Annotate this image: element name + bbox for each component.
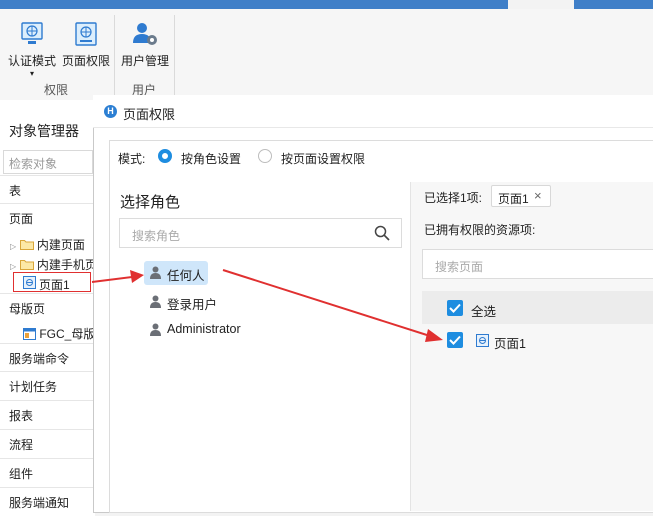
master-page-icon xyxy=(23,328,36,340)
section-reports[interactable]: 报表 xyxy=(0,400,95,429)
section-label: 报表 xyxy=(9,409,34,423)
user-management-button[interactable]: 用户管理 xyxy=(118,19,172,69)
object-manager-title: 对象管理器 xyxy=(9,123,79,139)
mode-radio-by-page[interactable] xyxy=(258,149,272,163)
user-icon xyxy=(150,266,161,279)
section-label: 母版页 xyxy=(9,302,46,316)
section-scheduled-tasks[interactable]: 计划任务 xyxy=(0,371,95,400)
tree-item-builtin-mobile[interactable]: ▷ 内建手机页 xyxy=(10,256,97,273)
section-server-notifications[interactable]: 服务端通知 xyxy=(0,487,95,516)
auth-mode-label: 认证模式 xyxy=(7,54,56,68)
auth-mode-button[interactable]: 认证模式 ▾ xyxy=(6,19,58,79)
page1-checkbox[interactable] xyxy=(447,332,463,348)
section-label: 服务端命令 xyxy=(9,352,70,366)
search-icon xyxy=(374,225,390,241)
tag-close-icon[interactable]: × xyxy=(534,188,542,203)
section-server-commands[interactable]: 服务端命令 xyxy=(0,343,95,372)
section-pages[interactable]: 页面 xyxy=(0,203,95,232)
select-all-label: 全选 xyxy=(471,305,497,319)
page-permission-label: 页面权限 xyxy=(61,54,110,68)
page-icon xyxy=(23,276,36,289)
select-role-heading: 选择角色 xyxy=(120,194,181,211)
group-label-permission: 权限 xyxy=(44,83,69,97)
mode-radio-by-role[interactable] xyxy=(158,149,172,163)
tree-item-master[interactable]: FGC_母版1 xyxy=(23,325,102,342)
page-search-placeholder: 搜索页面 xyxy=(435,260,484,274)
section-tables[interactable]: 表 xyxy=(0,175,95,204)
mode-option-by-page[interactable]: 按页面设置权限 xyxy=(281,150,365,167)
role-item-logged-in[interactable]: 登录用户 xyxy=(167,294,217,313)
tree-label: 内建页面 xyxy=(36,238,85,252)
group-separator xyxy=(174,15,175,95)
ribbon-tab-active[interactable] xyxy=(508,0,574,9)
mode-label: 模式: xyxy=(118,152,146,166)
role-search-input[interactable]: 搜索角色 xyxy=(119,218,402,248)
folder-icon xyxy=(19,260,34,270)
object-search-input[interactable]: 检索对象 xyxy=(3,150,93,174)
folder-icon xyxy=(19,240,34,250)
page-icon xyxy=(476,334,489,347)
user-management-label: 用户管理 xyxy=(120,54,169,68)
user-icon xyxy=(150,323,161,336)
section-label: 流程 xyxy=(9,438,34,452)
dropdown-arrow-icon: ▾ xyxy=(29,69,34,78)
section-label: 表 xyxy=(9,184,22,198)
section-label: 页面 xyxy=(9,212,34,226)
ribbon-tab-strip xyxy=(0,0,653,9)
page-permission-icon xyxy=(71,19,101,49)
panel-divider xyxy=(410,182,411,511)
section-components[interactable]: 组件 xyxy=(0,458,95,487)
section-workflows[interactable]: 流程 xyxy=(0,429,95,458)
select-all-checkbox[interactable] xyxy=(447,300,463,316)
owned-resources-label: 已拥有权限的资源项: xyxy=(424,223,536,237)
ribbon: 认证模式 ▾ 页面权限 权限 用户管理 用户 xyxy=(0,9,653,101)
tree-label: 内建手机页 xyxy=(36,258,97,272)
dialog-title: 页面权限 xyxy=(123,107,176,122)
dialog-titlebar[interactable] xyxy=(93,95,653,128)
mode-option-by-role[interactable]: 按角色设置 xyxy=(181,150,241,167)
page-search-input[interactable]: 搜索页面 xyxy=(422,249,653,279)
selected-role-tag: 页面1 × xyxy=(491,185,551,207)
tree-label: 页面1 xyxy=(39,278,70,292)
auth-mode-icon xyxy=(17,19,47,49)
app-logo-icon: H xyxy=(104,105,117,118)
user-management-icon xyxy=(130,19,160,49)
section-label: 计划任务 xyxy=(9,380,58,394)
selected-count-label: 已选择1项: xyxy=(424,191,483,205)
tree-item-page1[interactable]: 页面1 xyxy=(13,272,91,292)
tree-item-builtin-pages[interactable]: ▷ 内建页面 xyxy=(10,236,85,253)
object-search-placeholder: 检索对象 xyxy=(9,157,58,171)
section-master-pages[interactable]: 母版页 xyxy=(0,293,95,322)
role-item-anyone[interactable]: 任何人 xyxy=(167,265,205,284)
section-label: 服务端通知 xyxy=(9,496,70,510)
role-item-administrator[interactable]: Administrator xyxy=(167,322,241,336)
group-separator xyxy=(114,15,115,95)
page-permission-button[interactable]: 页面权限 xyxy=(60,19,112,69)
expand-arrow-icon: ▷ xyxy=(10,262,17,271)
user-icon xyxy=(150,295,161,308)
expand-arrow-icon: ▷ xyxy=(10,242,17,251)
selected-tag-label: 页面1 xyxy=(498,192,529,206)
resource-item-page1: 页面1 xyxy=(494,337,526,351)
section-label: 组件 xyxy=(9,467,34,481)
role-search-placeholder: 搜索角色 xyxy=(132,229,181,243)
